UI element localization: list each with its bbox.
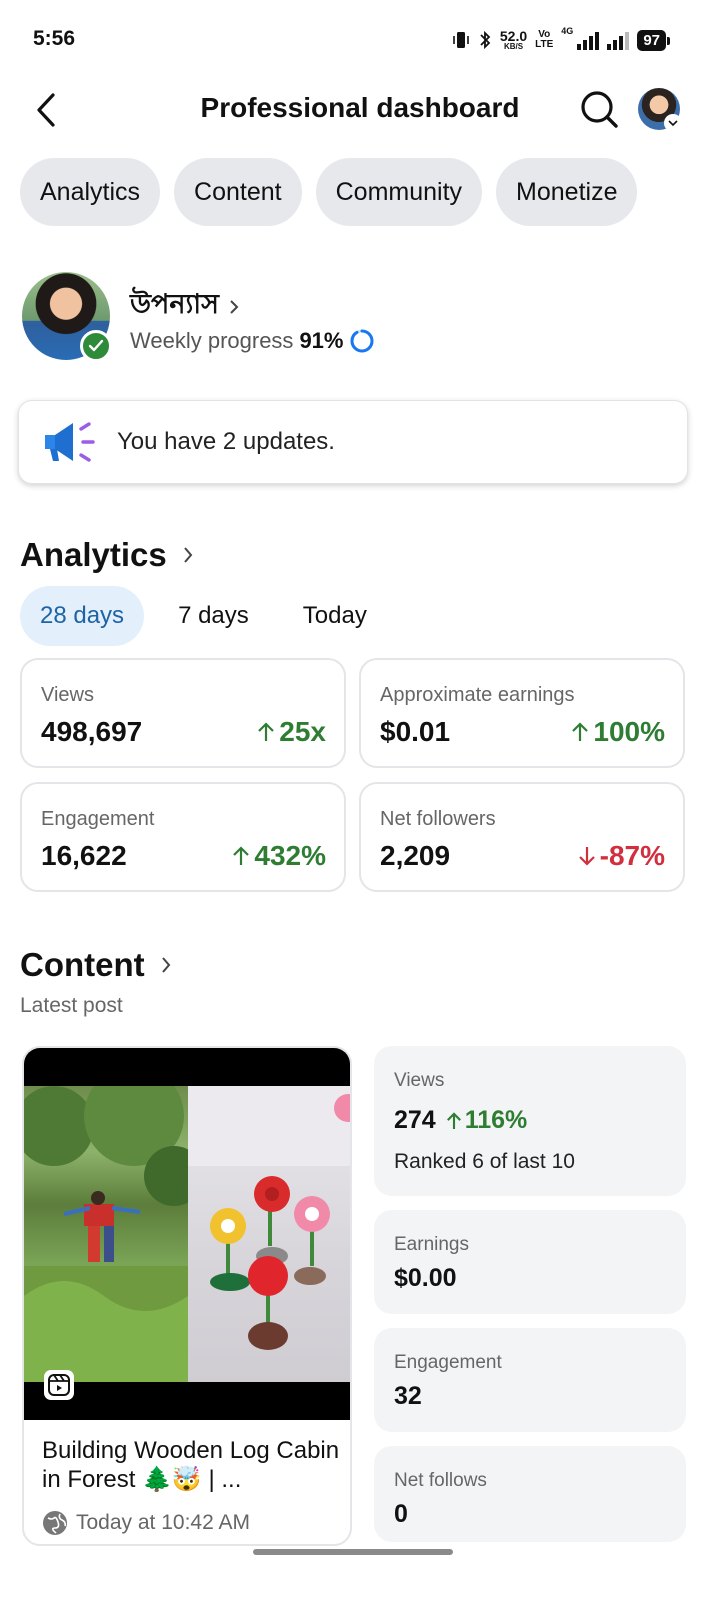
post-net-follows-card[interactable]: Net follows 0 [374,1446,686,1542]
chevron-right-icon [183,547,193,563]
post-time: Today at 10:42 AM [42,1510,250,1536]
content-subtitle: Latest post [20,994,123,1017]
latest-post-card[interactable]: Building Wooden Log Cabin in Forest 🌲🤯 |… [22,1046,352,1546]
metric-value: 2,209 [380,840,451,871]
stat-label: Views [394,1070,445,1091]
stat-rank: Ranked 6 of last 10 [394,1150,575,1173]
tab-analytics[interactable]: Analytics [20,158,161,226]
profile-name: উপন্যাস [130,289,219,319]
post-earnings-card[interactable]: Earnings $0.00 [374,1210,686,1314]
stat-delta: 116% [446,1106,527,1135]
metric-delta: 432% [232,840,326,872]
arrow-up-icon [572,722,589,741]
stat-value: 32 [394,1382,422,1410]
weekly-progress: Weekly progress 91% [130,328,375,354]
chevron-right-icon [230,299,239,314]
metric-label: Views [41,684,94,706]
date-range-tabs: 28 days 7 days Today [20,586,387,646]
metric-net-followers-card[interactable]: Net followers 2,209 -87% [359,782,685,892]
home-indicator[interactable] [253,1549,453,1555]
volte-indicator: Vo LTE [535,29,554,50]
account-switcher[interactable] [638,88,682,132]
dashboard-tabs: Analytics Content Community Monetize [20,158,638,226]
metric-label: Approximate earnings [380,684,575,706]
stat-value: $0.00 [394,1264,457,1292]
search-button[interactable] [576,86,622,132]
verified-check-icon [80,330,112,362]
back-arrow-icon [37,93,55,127]
post-title: Building Wooden Log Cabin in Forest 🌲🤯 |… [42,1437,340,1493]
tab-community[interactable]: Community [315,158,483,226]
weekly-progress-label: Weekly progress [130,328,294,353]
range-7-days[interactable]: 7 days [158,586,269,646]
range-today[interactable]: Today [283,586,387,646]
network-speed: 52.0 KB/S [499,28,528,51]
vibrate-icon [452,30,470,50]
chevron-down-icon [664,114,682,132]
content-section-link[interactable]: Content [20,946,171,984]
bluetooth-icon [478,30,492,50]
post-views-card[interactable]: Views 274 116% Ranked 6 of last 10 [374,1046,686,1196]
tab-content[interactable]: Content [174,158,302,226]
thumbnail-flowers-scene [188,1086,350,1382]
battery-indicator: 97 [637,29,670,51]
profile-summary: উপন্যাস Weekly progress 91% [22,272,702,364]
status-time: 5:56 [33,27,76,50]
metric-value: $0.01 [380,716,451,747]
signal-icon [607,30,630,50]
arrow-up-icon [233,846,250,865]
metric-engagement-card[interactable]: Engagement 16,622 432% [20,782,346,892]
stat-label: Earnings [394,1234,469,1255]
stat-label: Net follows [394,1470,487,1491]
signal-icon [577,30,600,50]
tab-monetize[interactable]: Monetize [496,158,638,226]
thumbnail-forest-scene [24,1066,204,1382]
metric-delta: 25x [257,716,326,748]
updates-banner[interactable]: You have 2 updates. [18,400,688,484]
search-icon [581,91,618,128]
weekly-progress-value: 91% [299,328,344,353]
status-icons: 52.0 KB/S Vo LTE 4G 97 [452,26,670,54]
stat-value: 274 116% [394,1106,528,1135]
content-title: Content [20,946,145,983]
stat-value: 0 [394,1500,408,1528]
metric-value: 498,697 [41,716,143,747]
status-bar: 5:56 52.0 KB/S Vo LTE 4G 97 [0,0,720,80]
analytics-title: Analytics [20,536,167,573]
updates-text: You have 2 updates. [117,428,335,455]
chevron-right-icon [161,957,170,973]
metric-views-card[interactable]: Views 498,697 25x [20,658,346,768]
metric-label: Engagement [41,808,155,830]
metric-label: Net followers [380,808,496,830]
analytics-section-link[interactable]: Analytics [20,536,193,574]
metric-earnings-card[interactable]: Approximate earnings $0.01 100% [359,658,685,768]
globe-icon [43,1511,67,1535]
megaphone-icon [41,417,99,467]
metric-value: 16,622 [41,840,127,871]
metric-delta: 100% [571,716,665,748]
range-28-days[interactable]: 28 days [20,586,145,646]
arrow-down-icon [578,847,595,866]
progress-ring-icon [350,329,374,353]
profile-name-link[interactable]: উপন্যাস [130,284,239,329]
network-type: 4G [561,26,574,36]
arrow-up-icon [258,722,275,741]
app-header: Professional dashboard [0,80,720,140]
stat-label: Engagement [394,1352,502,1373]
back-button[interactable] [26,88,66,132]
post-engagement-card[interactable]: Engagement 32 [374,1328,686,1432]
reel-icon [44,1370,74,1400]
metric-delta: -87% [578,840,665,872]
arrow-up-icon [446,1111,461,1129]
post-thumbnail [24,1048,350,1420]
